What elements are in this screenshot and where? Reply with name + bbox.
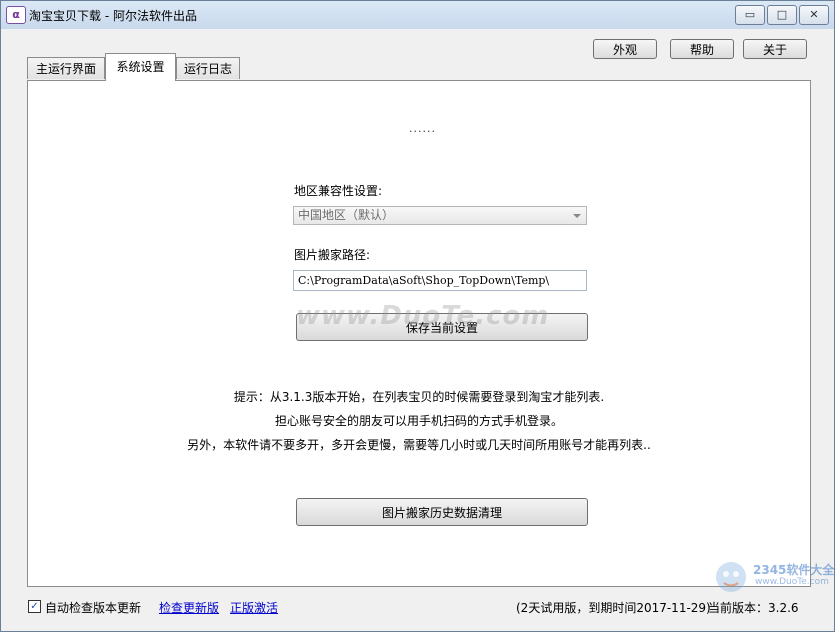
tab-system-settings[interactable]: 系统设置 (105, 53, 176, 81)
chevron-down-icon (573, 214, 581, 218)
region-label: 地区兼容性设置: (294, 184, 383, 198)
tip-line-3: 另外，本软件请不要多开，多开会更慢，需要等几小时或几天时间所用账号才能再列表.. (187, 438, 651, 452)
check-update-link[interactable]: 检查更新版 (159, 599, 219, 616)
version-info: 当前版本：3.2.6 (708, 601, 799, 615)
window-title: 淘宝宝贝下载 - 阿尔法软件出品 (29, 9, 197, 23)
save-settings-button[interactable]: 保存当前设置 (296, 313, 588, 341)
tip-line-2: 担心账号安全的朋友可以用手机扫码的方式手机登录。 (274, 414, 563, 428)
stamp-url: www.DuoTe.com (755, 577, 829, 587)
title-bar[interactable]: α 淘宝宝贝下载 - 阿尔法软件出品 ▭ □ ✕ (1, 1, 834, 29)
auto-check-checkbox[interactable]: ✓ (28, 600, 41, 613)
app-window: α 淘宝宝贝下载 - 阿尔法软件出品 ▭ □ ✕ 外观 帮助 关于 主运行界面 … (0, 0, 835, 632)
minimize-button[interactable]: ▭ (735, 5, 765, 25)
maximize-button[interactable]: □ (767, 5, 797, 25)
stamp-brand: 2345软件大全 (753, 563, 835, 577)
region-select[interactable]: 中国地区（默认） (293, 206, 587, 225)
auto-check-label: 自动检查版本更新 (45, 601, 142, 615)
image-path-input[interactable] (293, 270, 587, 291)
help-button[interactable]: 帮助 (670, 39, 734, 59)
clean-history-button[interactable]: 图片搬家历史数据清理 (296, 498, 588, 526)
trial-info: (2天试用版，到期时间2017-11-29) (516, 601, 711, 615)
image-path-label: 图片搬家路径: (294, 248, 371, 262)
close-button[interactable]: ✕ (799, 5, 829, 25)
tab-run-log[interactable]: 运行日志 (176, 57, 240, 79)
activate-link[interactable]: 正版激活 (230, 599, 278, 616)
brand-stamp: 2345软件大全 www.DuoTe.com (711, 557, 835, 597)
tab-main-interface[interactable]: 主运行界面 (27, 57, 105, 79)
mascot-icon (716, 562, 746, 592)
tip-line-1: 提示：从3.1.3版本开始，在列表宝贝的时候需要登录到淘宝才能列表. (233, 390, 605, 404)
about-button[interactable]: 关于 (743, 39, 807, 59)
region-select-value: 中国地区（默认） (298, 208, 395, 222)
appearance-button[interactable]: 外观 (593, 39, 657, 59)
app-logo-icon: α (6, 6, 26, 24)
loading-dots: ...... (409, 122, 436, 135)
